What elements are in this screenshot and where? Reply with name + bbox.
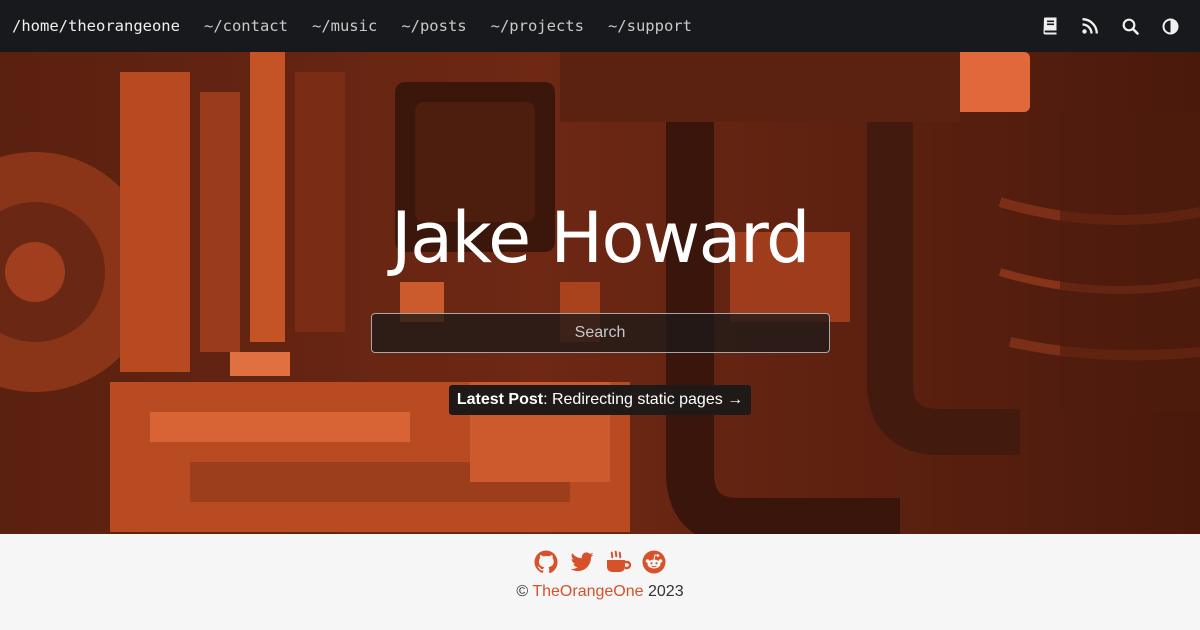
search-input[interactable] — [370, 313, 830, 353]
reddit-icon[interactable] — [642, 550, 666, 574]
search-icon[interactable] — [1120, 16, 1140, 36]
hero-title: Jake Howard — [391, 197, 811, 279]
twitter-icon[interactable] — [570, 550, 594, 574]
book-icon[interactable] — [1040, 16, 1060, 36]
social-icons — [534, 550, 666, 574]
latest-post-label: Latest Post — [456, 391, 544, 408]
nav-link-contact[interactable]: ~/contact — [204, 17, 288, 35]
rss-icon[interactable] — [1080, 16, 1100, 36]
nav-link-music[interactable]: ~/music — [312, 17, 377, 35]
nav-link-support[interactable]: ~/support — [608, 17, 692, 35]
top-navbar: /home/theorangeone ~/contact ~/music ~/p… — [0, 0, 1200, 52]
nav-icon-group — [1040, 16, 1188, 36]
hero-banner: Jake Howard Latest Post: Redirecting sta… — [0, 52, 1200, 534]
theme-toggle-icon[interactable] — [1160, 16, 1180, 36]
latest-post-link[interactable]: Latest Post: Redirecting static pages → — [448, 385, 752, 415]
latest-post-title: : Redirecting static pages → — [543, 391, 744, 408]
copyright-symbol: © — [516, 583, 529, 600]
nav-brand-link[interactable]: /home/theorangeone — [12, 17, 180, 35]
copyright-year: 2023 — [648, 583, 684, 600]
nav-link-projects[interactable]: ~/projects — [491, 17, 584, 35]
coffee-icon[interactable] — [606, 550, 632, 574]
site-name-link[interactable]: TheOrangeOne — [532, 583, 643, 600]
site-footer: © TheOrangeOne 2023 — [0, 534, 1200, 630]
nav-link-posts[interactable]: ~/posts — [401, 17, 466, 35]
github-icon[interactable] — [534, 550, 558, 574]
copyright-text: © TheOrangeOne 2023 — [516, 583, 683, 601]
hero-content: Jake Howard Latest Post: Redirecting sta… — [0, 52, 1200, 534]
